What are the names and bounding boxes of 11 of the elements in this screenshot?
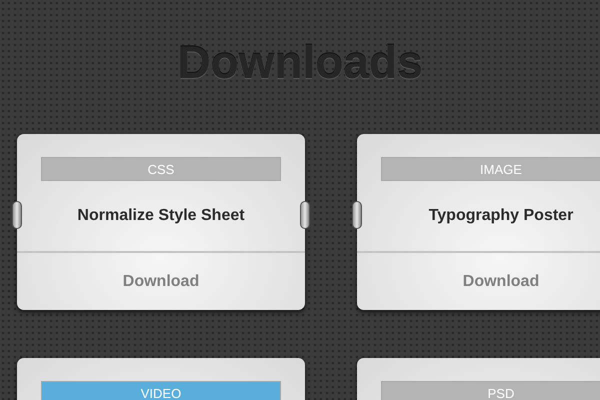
side-handle-icon	[352, 201, 362, 229]
file-title: Normalize Style Sheet	[77, 207, 245, 225]
download-link[interactable]: Download	[454, 268, 548, 294]
category-label: IMAGE	[381, 157, 600, 181]
file-title: Typography Poster	[428, 207, 574, 225]
download-link[interactable]: Download	[114, 268, 208, 294]
category-label: CSS	[41, 157, 281, 181]
side-handle-icon	[12, 201, 22, 229]
side-handle-icon	[300, 201, 310, 229]
category-label: VIDEO	[41, 381, 281, 400]
category-label: PSD	[381, 381, 600, 400]
